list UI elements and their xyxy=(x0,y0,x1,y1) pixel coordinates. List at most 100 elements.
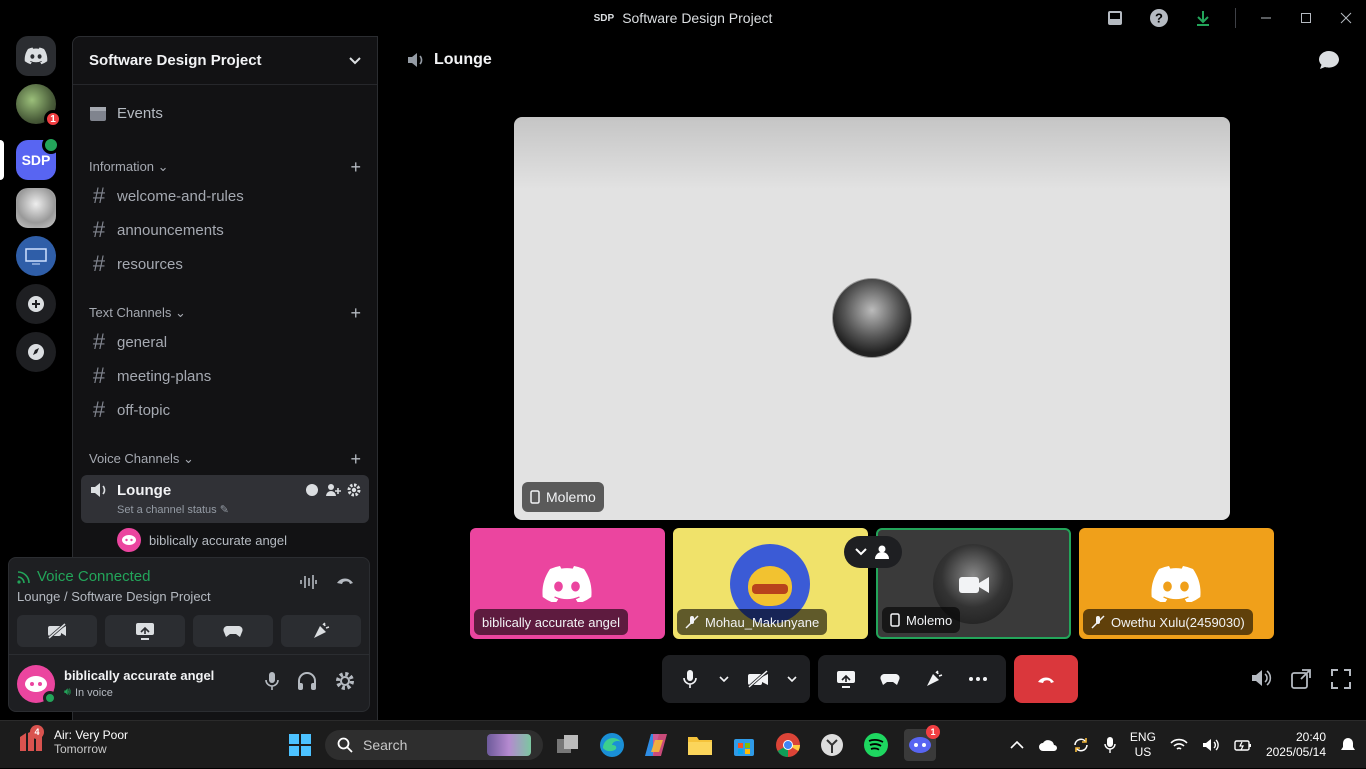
channel-off-topic[interactable]: # off-topic xyxy=(81,393,369,427)
voice-member[interactable]: biblically accurate angel xyxy=(117,527,377,553)
events-item[interactable]: Events xyxy=(81,93,369,133)
microphone-button[interactable] xyxy=(670,659,710,699)
camera-off-icon xyxy=(748,670,768,688)
voice-channel-lounge[interactable]: Lounge Set a channel status ✎ xyxy=(81,475,369,523)
activity-controls xyxy=(818,655,1006,703)
channel-general[interactable]: # general xyxy=(81,325,369,359)
video-off-button[interactable] xyxy=(17,615,97,647)
taskbar-search[interactable]: Search xyxy=(325,730,543,760)
screen-share-icon xyxy=(136,623,154,640)
discord-app[interactable]: 1 xyxy=(904,725,940,761)
cloud-icon[interactable] xyxy=(1038,738,1058,752)
channel-meeting-plans[interactable]: # meeting-plans xyxy=(81,359,369,393)
gear-icon[interactable] xyxy=(347,483,361,497)
microphone-icon[interactable] xyxy=(1104,736,1116,754)
volume-icon[interactable] xyxy=(1250,668,1272,688)
clock[interactable]: 20:40 2025/05/14 xyxy=(1266,730,1326,760)
participant-name: Owethu Xulu(2459030) xyxy=(1111,614,1245,630)
wifi-icon[interactable] xyxy=(1170,738,1188,752)
add-server-button[interactable] xyxy=(16,284,56,324)
soundwave-icon[interactable] xyxy=(299,574,317,590)
user-avatar[interactable] xyxy=(17,665,57,705)
task-view-button[interactable] xyxy=(552,729,584,761)
participant-tile[interactable]: Owethu Xulu(2459030) xyxy=(1079,528,1274,639)
soundboard-button[interactable] xyxy=(914,659,954,699)
inbox-icon[interactable] xyxy=(1093,0,1137,36)
chevron-up-icon[interactable] xyxy=(1010,740,1024,750)
activities-button[interactable] xyxy=(870,659,910,699)
weather-widget[interactable]: 4 Air: Very Poor Tomorrow xyxy=(16,725,129,757)
discover-button[interactable] xyxy=(16,332,56,372)
activity-button[interactable] xyxy=(193,615,273,647)
screen-share-button[interactable] xyxy=(105,615,185,647)
participant-avatar xyxy=(832,278,912,358)
notification-bell-icon[interactable] xyxy=(1340,737,1356,753)
guild-header[interactable]: Software Design Project xyxy=(73,37,377,85)
leave-call-button[interactable] xyxy=(1014,655,1078,703)
weather-line-1: Air: Very Poor xyxy=(54,728,129,742)
hash-icon: # xyxy=(92,329,106,354)
people-icon xyxy=(875,545,889,559)
download-icon[interactable] xyxy=(1181,0,1225,36)
user-area: biblically accurate angel 🔊︎ In voice xyxy=(9,654,369,712)
spotify-app[interactable] xyxy=(860,729,892,761)
headphones-icon[interactable] xyxy=(297,671,317,691)
chat-bubble-icon[interactable] xyxy=(305,483,319,497)
server-icon-1[interactable]: 1 xyxy=(16,84,62,128)
voice-location[interactable]: Lounge / Software Design Project xyxy=(17,589,211,604)
mic-options-button[interactable] xyxy=(714,659,734,699)
channel-announcements[interactable]: # announcements xyxy=(81,213,369,247)
add-channel-icon[interactable]: + xyxy=(350,157,361,178)
start-button[interactable] xyxy=(284,729,316,761)
category-voice-channels[interactable]: Voice Channels ⌄ + xyxy=(73,447,377,471)
chat-icon[interactable] xyxy=(1318,50,1340,70)
discord-home-button[interactable] xyxy=(16,36,56,76)
battery-icon[interactable] xyxy=(1234,738,1252,752)
category-text-channels[interactable]: Text Channels ⌄ + xyxy=(73,301,377,325)
store-app[interactable] xyxy=(728,729,760,761)
settings-icon[interactable] xyxy=(335,671,355,691)
title-server-badge: SDP xyxy=(593,12,615,24)
channel-status[interactable]: Set a channel status ✎ xyxy=(117,503,361,516)
app-with-notification[interactable] xyxy=(816,729,848,761)
copilot-app[interactable] xyxy=(640,729,672,761)
file-explorer-app[interactable] xyxy=(684,729,716,761)
maximize-button[interactable] xyxy=(1286,0,1326,36)
microphone-icon[interactable] xyxy=(265,671,279,691)
discord-logo-icon xyxy=(542,566,592,602)
camera-button[interactable] xyxy=(738,659,778,699)
participant-tile[interactable]: Molemo xyxy=(876,528,1071,639)
camera-options-button[interactable] xyxy=(782,659,802,699)
channel-label: off-topic xyxy=(117,401,171,419)
fullscreen-icon[interactable] xyxy=(1330,668,1352,690)
more-options-button[interactable] xyxy=(958,659,998,699)
help-icon[interactable]: ? xyxy=(1137,0,1181,36)
screen-share-icon xyxy=(837,671,855,688)
add-channel-icon[interactable]: + xyxy=(350,449,361,470)
disconnect-icon[interactable] xyxy=(335,574,355,586)
chrome-app[interactable] xyxy=(772,729,804,761)
server-icon-4[interactable] xyxy=(16,236,56,276)
category-information[interactable]: Information ⌄ + xyxy=(73,155,377,179)
language-indicator[interactable]: ENG US xyxy=(1130,730,1156,760)
clock-time: 20:40 xyxy=(1295,730,1326,744)
participants-toggle[interactable] xyxy=(844,536,902,568)
muted-mic-icon xyxy=(1091,615,1105,629)
soundboard-button[interactable] xyxy=(281,615,361,647)
minimize-button[interactable] xyxy=(1246,0,1286,36)
pop-out-icon[interactable] xyxy=(1290,668,1312,690)
volume-icon[interactable] xyxy=(1202,737,1220,753)
channel-resources[interactable]: # resources xyxy=(81,247,369,281)
channel-welcome-and-rules[interactable]: # welcome-and-rules xyxy=(81,179,369,213)
participant-tile[interactable]: Mohau_Makunyane xyxy=(673,528,868,639)
focused-video[interactable]: Molemo xyxy=(514,117,1230,520)
close-button[interactable] xyxy=(1326,0,1366,36)
participant-tile[interactable]: biblically accurate angel xyxy=(470,528,665,639)
edge-app[interactable] xyxy=(596,729,628,761)
sync-icon[interactable] xyxy=(1072,736,1090,754)
invite-icon[interactable] xyxy=(325,483,341,497)
server-icon-sdp[interactable]: SDP xyxy=(16,136,60,180)
server-icon-3[interactable] xyxy=(16,188,56,228)
screen-share-button[interactable] xyxy=(826,659,866,699)
add-channel-icon[interactable]: + xyxy=(350,303,361,324)
